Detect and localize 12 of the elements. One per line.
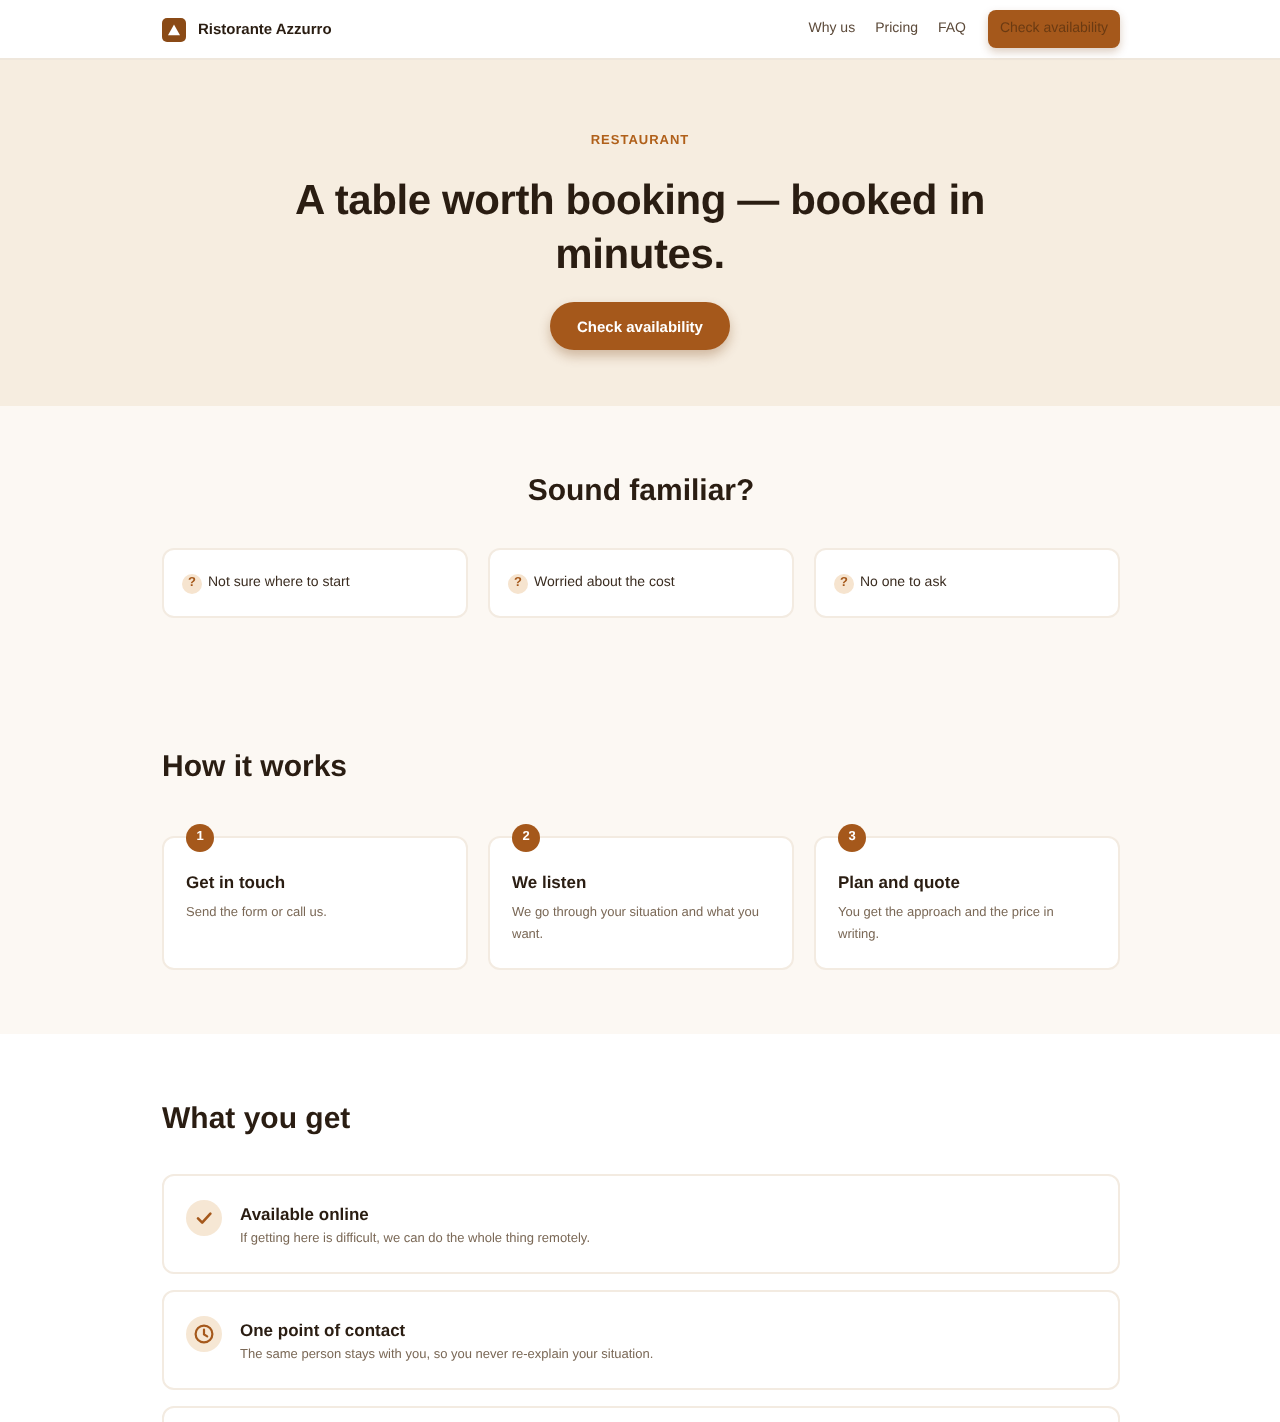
step-title: Get in touch [186, 870, 288, 894]
step-title: Plan and quote [838, 870, 962, 894]
hero-title: A table worth booking — booked in minutes. [293, 176, 987, 282]
section-title: Sound familiar? [525, 474, 757, 510]
clock-icon [186, 1316, 222, 1352]
benefit-title: Available online [240, 1201, 371, 1225]
step-title: We listen [512, 870, 589, 894]
section-title: What you get [162, 1102, 353, 1138]
section-title: How it works [162, 750, 350, 786]
logo-icon [162, 17, 186, 41]
check-icon [186, 1200, 222, 1236]
benefit-title: One point of contact [240, 1317, 408, 1341]
